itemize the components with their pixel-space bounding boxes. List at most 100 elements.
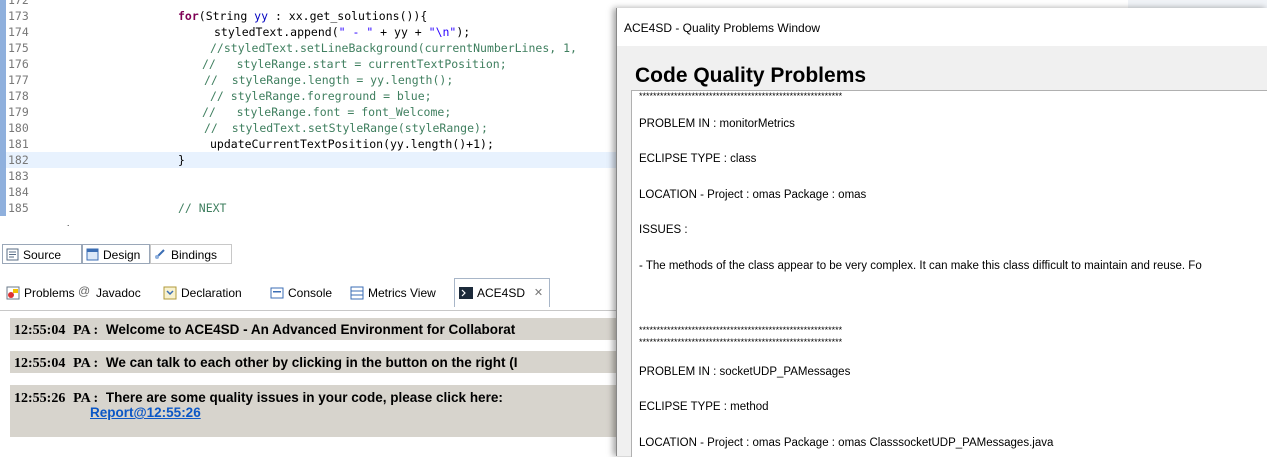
editor-line: 177 // styleRange.length = yy.length(); xyxy=(0,72,620,88)
line-number: 185 xyxy=(8,201,29,215)
at-icon: @ xyxy=(78,284,91,298)
window-title: ACE4SD - Quality Problems Window xyxy=(624,21,821,35)
eclipse-type: ECLIPSE TYPE : class xyxy=(639,153,757,165)
design-icon xyxy=(86,248,99,261)
tab-source[interactable]: Source xyxy=(2,244,82,264)
code-text: for(String yy : xx.get_solutions()){ xyxy=(178,9,428,23)
message-time: 12:55:04 xyxy=(14,323,66,338)
tab-problems[interactable]: Problems xyxy=(6,284,75,302)
editor-line-current: 182 } xyxy=(0,152,620,168)
tab-console[interactable]: Console xyxy=(270,284,332,302)
message-sender: PA : xyxy=(73,391,99,406)
message-text: Welcome to ACE4SD - An Advanced Environm… xyxy=(105,322,516,337)
code-text: styledText.append(" - " + yy + "\n"); xyxy=(214,25,471,39)
issues-label: ISSUES : xyxy=(639,224,688,236)
console-message: 12:55:26 PA : There are some quality iss… xyxy=(10,385,620,437)
tab-ace4sd-label: ACE4SD xyxy=(477,286,526,300)
editor-line: 185 // NEXT xyxy=(0,200,620,216)
page-title: Code Quality Problems xyxy=(635,64,867,87)
editor-line: 172 xyxy=(0,0,620,8)
horizontal-scrollbar[interactable]: ◂ xyxy=(60,222,620,226)
source-icon xyxy=(6,248,19,261)
editor-line: 176 // styleRange.start = currentTextPos… xyxy=(0,56,620,72)
code-text: // styleRange.foreground = blue; xyxy=(210,89,432,103)
tab-source-label: Source xyxy=(23,248,62,262)
line-number: 175 xyxy=(8,41,29,55)
tab-bindings-label: Bindings xyxy=(171,248,218,262)
scroll-left-icon[interactable]: ◂ xyxy=(64,222,69,226)
editor-line: 174 styledText.append(" - " + yy + "\n")… xyxy=(0,24,620,40)
window-titlebar[interactable]: ACE4SD - Quality Problems Window xyxy=(617,8,1267,46)
tab-bindings[interactable]: Bindings xyxy=(150,244,232,264)
tab-declaration[interactable]: Declaration xyxy=(163,284,242,302)
line-number: 180 xyxy=(8,121,29,135)
message-time: 12:55:04 xyxy=(14,356,66,371)
editor-line: 179 // styleRange.font = font_Welcome; xyxy=(0,104,620,120)
declaration-icon xyxy=(163,286,177,300)
editor-line: 173 for(String yy : xx.get_solutions()){ xyxy=(0,8,620,24)
terminal-icon xyxy=(459,287,473,299)
tab-metrics-label: Metrics View xyxy=(368,286,436,300)
line-number: 177 xyxy=(8,73,29,87)
editor-line: 183 xyxy=(0,168,620,184)
code-text: updateCurrentTextPosition(yy.length()+1)… xyxy=(210,137,494,151)
eclipse-type: ECLIPSE TYPE : method xyxy=(639,401,769,413)
bindings-icon xyxy=(155,249,165,259)
location: LOCATION - Project : omas Package : omas… xyxy=(639,437,1054,449)
message-sender: PA : xyxy=(73,356,99,371)
console-message: 12:55:04 PA : Welcome to ACE4SD - An Adv… xyxy=(10,318,620,340)
separator-line: ****************************************… xyxy=(639,91,843,101)
code-text: //styledText.setLineBackground(currentNu… xyxy=(210,41,577,55)
tab-metrics-view[interactable]: Metrics View xyxy=(350,284,436,302)
line-number: 183 xyxy=(8,169,29,183)
quality-problems-window[interactable]: ACE4SD - Quality Problems Window Code Qu… xyxy=(616,8,1267,457)
location: LOCATION - Project : omas Package : omas xyxy=(639,189,867,201)
issue-text: - The methods of the class appear to be … xyxy=(639,260,1202,272)
line-number: 178 xyxy=(8,89,29,103)
separator-line: ****************************************… xyxy=(639,325,843,335)
console-icon xyxy=(270,287,284,299)
code-text: // NEXT xyxy=(178,201,227,215)
message-time: 12:55:26 xyxy=(14,391,66,406)
message-text: There are some quality issues in your co… xyxy=(105,390,503,405)
code-text: // styleRange.length = yy.length(); xyxy=(204,73,454,87)
line-number: 182 xyxy=(8,153,29,167)
line-number: 173 xyxy=(8,9,29,23)
code-editor[interactable]: 172 173 for(String yy : xx.get_solutions… xyxy=(0,0,620,226)
tab-javadoc[interactable]: @ Javadoc xyxy=(78,284,141,302)
editor-line: 184 xyxy=(0,184,620,200)
editor-line: 180 // styledText.setStyleRange(styleRan… xyxy=(0,120,620,136)
problem-in: PROBLEM IN : socketUDP_PAMessages xyxy=(639,366,851,378)
console-message: 12:55:04 PA : We can talk to each other … xyxy=(10,351,620,373)
tab-design-label: Design xyxy=(103,248,141,262)
close-tab-icon[interactable]: ✕ xyxy=(534,279,543,307)
editor-view-tabs: Source Design Bindings xyxy=(0,244,620,266)
metrics-icon xyxy=(350,286,364,300)
report-panel[interactable]: ****************************************… xyxy=(631,90,1267,457)
line-number: 181 xyxy=(8,137,29,151)
ace4sd-console[interactable]: 12:55:04 PA : Welcome to ACE4SD - An Adv… xyxy=(0,311,620,456)
tab-console-label: Console xyxy=(288,286,333,300)
line-number: 172 xyxy=(8,0,29,7)
message-sender: PA : xyxy=(73,323,99,338)
line-number: 174 xyxy=(8,25,29,39)
problem-in: PROBLEM IN : monitorMetrics xyxy=(639,118,795,130)
line-number: 179 xyxy=(8,105,29,119)
tab-ace4sd[interactable]: ACE4SD ✕ xyxy=(454,278,551,307)
editor-line: 178 // styleRange.foreground = blue; xyxy=(0,88,620,104)
tab-declaration-label: Declaration xyxy=(181,286,242,300)
window-content: Code Quality Problems ******************… xyxy=(617,46,1267,457)
tab-javadoc-label: Javadoc xyxy=(96,286,141,300)
line-number: 176 xyxy=(8,57,29,71)
code-text: // styleRange.font = font_Welcome; xyxy=(202,105,452,119)
line-number: 184 xyxy=(8,185,29,199)
tab-problems-label: Problems xyxy=(24,286,75,300)
bottom-view-tabs: Problems @ Javadoc Declaration Console M… xyxy=(0,276,620,311)
problems-icon xyxy=(6,286,20,300)
tab-design[interactable]: Design xyxy=(82,244,150,264)
separator-line: ****************************************… xyxy=(639,337,843,347)
message-text: We can talk to each other by clicking in… xyxy=(105,355,518,370)
code-text: } xyxy=(178,153,185,167)
report-link[interactable]: Report@12:55:26 xyxy=(90,405,201,420)
editor-line: 181 updateCurrentTextPosition(yy.length(… xyxy=(0,136,620,152)
